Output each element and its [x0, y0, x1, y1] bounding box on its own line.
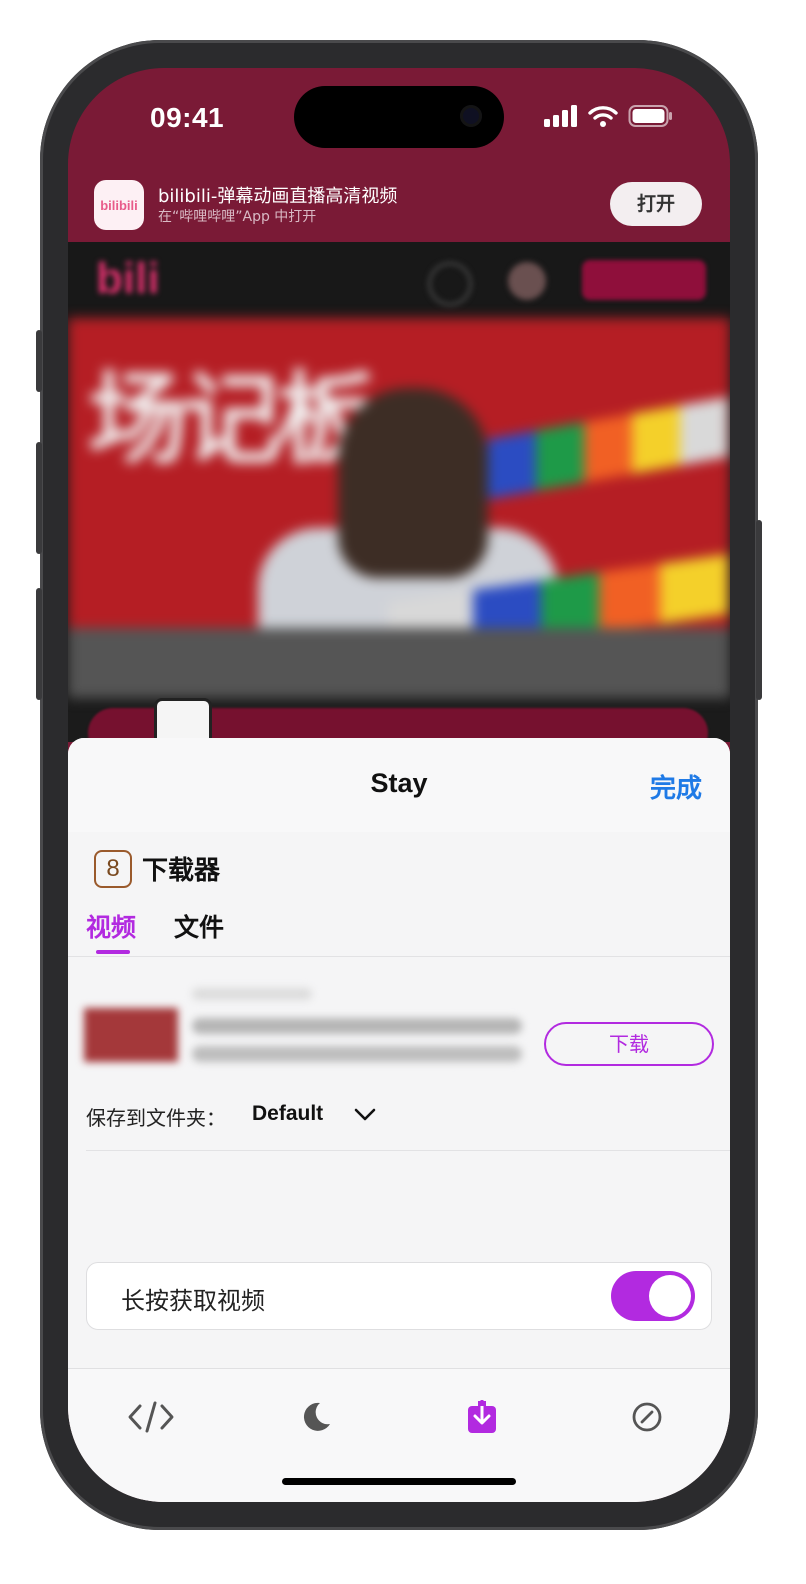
status-bar: 09:41: [68, 68, 730, 168]
screen: 09:41 bilibili bilibili-弹幕动画直播高清视频 在“哔哩哔…: [68, 68, 730, 1502]
stay-sheet: Stay 完成 8 下载器 视频 文件 下载 保存到文件夹： Default 长…: [68, 738, 730, 1502]
long-press-toggle[interactable]: [611, 1271, 695, 1321]
code-icon: [128, 1401, 174, 1433]
open-app-button[interactable]: 打开: [610, 182, 702, 226]
tab-divider: [68, 956, 730, 957]
volume-up-button: [36, 442, 42, 554]
tab-video[interactable]: 视频: [86, 908, 136, 944]
web-content-blurred: bili 场记板: [68, 242, 730, 742]
video-list-item: 下载: [76, 982, 722, 1092]
tabbar-downloader[interactable]: [456, 1391, 508, 1443]
power-button: [756, 520, 762, 700]
dynamic-island: [294, 86, 504, 148]
home-indicator[interactable]: [282, 1478, 516, 1485]
download-icon: [468, 1400, 496, 1433]
cellular-signal-icon: [544, 105, 577, 127]
video-title-blurred: [192, 1018, 522, 1034]
downloader-badge: 8: [94, 850, 132, 888]
site-avatar: [508, 262, 546, 300]
status-time: 09:41: [150, 102, 225, 133]
video-thumbnail: [84, 1008, 178, 1062]
tabbar-dark-mode[interactable]: [290, 1391, 342, 1443]
video-source-blurred: [192, 988, 312, 1000]
app-banner-subtitle: 在“哔哩哔哩”App 中打开: [158, 209, 317, 225]
status-icons: [544, 104, 674, 128]
battery-icon: [628, 105, 672, 127]
long-press-row: 长按获取视频: [86, 1262, 712, 1330]
save-folder-label: 保存到文件夹：: [86, 1106, 226, 1130]
chevron-down-icon[interactable]: [354, 1108, 376, 1122]
sheet-title: Stay: [370, 768, 428, 798]
bilibili-app-logo: bilibili: [94, 180, 144, 230]
action-button: [36, 330, 42, 392]
section-divider: [86, 1150, 730, 1151]
block-icon: [632, 1402, 662, 1432]
toggle-knob: [649, 1275, 691, 1317]
app-open-banner: bilibili bilibili-弹幕动画直播高清视频 在“哔哩哔哩”App …: [68, 168, 730, 242]
tab-active-indicator: [96, 950, 130, 954]
volume-down-button: [36, 588, 42, 700]
site-download-button: [582, 260, 706, 300]
long-press-label: 长按获取视频: [121, 1287, 265, 1315]
download-button[interactable]: 下载: [544, 1022, 714, 1066]
done-button[interactable]: 完成: [650, 768, 702, 805]
tv-mascot-icon: [154, 698, 212, 742]
camera-icon: [460, 105, 482, 127]
sheet-header: Stay 完成: [68, 738, 730, 833]
tabbar-code[interactable]: [125, 1391, 177, 1443]
downloader-panel: 8 下载器 视频 文件 下载 保存到文件夹： Default 长按获取视频: [68, 832, 730, 1368]
wifi-icon: [588, 106, 618, 127]
app-banner-title: bilibili-弹幕动画直播高清视频: [158, 186, 398, 207]
moon-icon: [303, 1402, 330, 1431]
tab-file[interactable]: 文件: [174, 908, 224, 944]
site-search-icon: [428, 262, 472, 306]
save-folder-value[interactable]: Default: [252, 1102, 323, 1126]
site-logo: bili: [96, 254, 160, 303]
site-header: bili: [68, 242, 730, 318]
video-title-blurred-2: [192, 1046, 522, 1062]
downloader-title: 下载器: [142, 856, 221, 886]
tabbar-block[interactable]: [621, 1391, 673, 1443]
video-hero-image: 场记板: [68, 318, 730, 698]
